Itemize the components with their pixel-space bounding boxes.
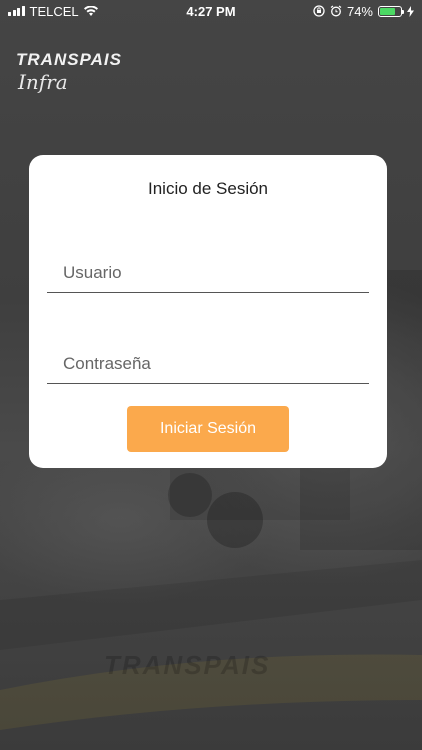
wifi-icon [83, 5, 98, 16]
username-input[interactable] [47, 253, 369, 293]
password-input[interactable] [47, 344, 369, 384]
brand-watermark: TRANSPAIS [104, 650, 271, 680]
rotation-lock-icon [313, 5, 325, 17]
battery-level [380, 7, 395, 15]
status-bar: TELCEL 4:27 PM 74% [0, 0, 422, 22]
brand-logo: TRANSPAIS Infra [16, 50, 122, 94]
signal-strength-icon [8, 6, 25, 16]
battery-icon [378, 5, 404, 17]
brand-name: TRANSPAIS [16, 50, 122, 69]
charging-bolt-icon [407, 5, 414, 17]
battery-percent: 74% [346, 3, 373, 19]
carrier-name: TELCEL [29, 3, 79, 19]
brand-sub: Infra [18, 70, 68, 94]
status-time: 4:27 PM [186, 3, 236, 19]
login-button[interactable]: Iniciar Sesión [127, 406, 289, 452]
login-title: Inicio de Sesión [147, 179, 269, 198]
login-card: Inicio de Sesión Iniciar Sesión [29, 155, 387, 468]
alarm-icon [330, 5, 342, 17]
